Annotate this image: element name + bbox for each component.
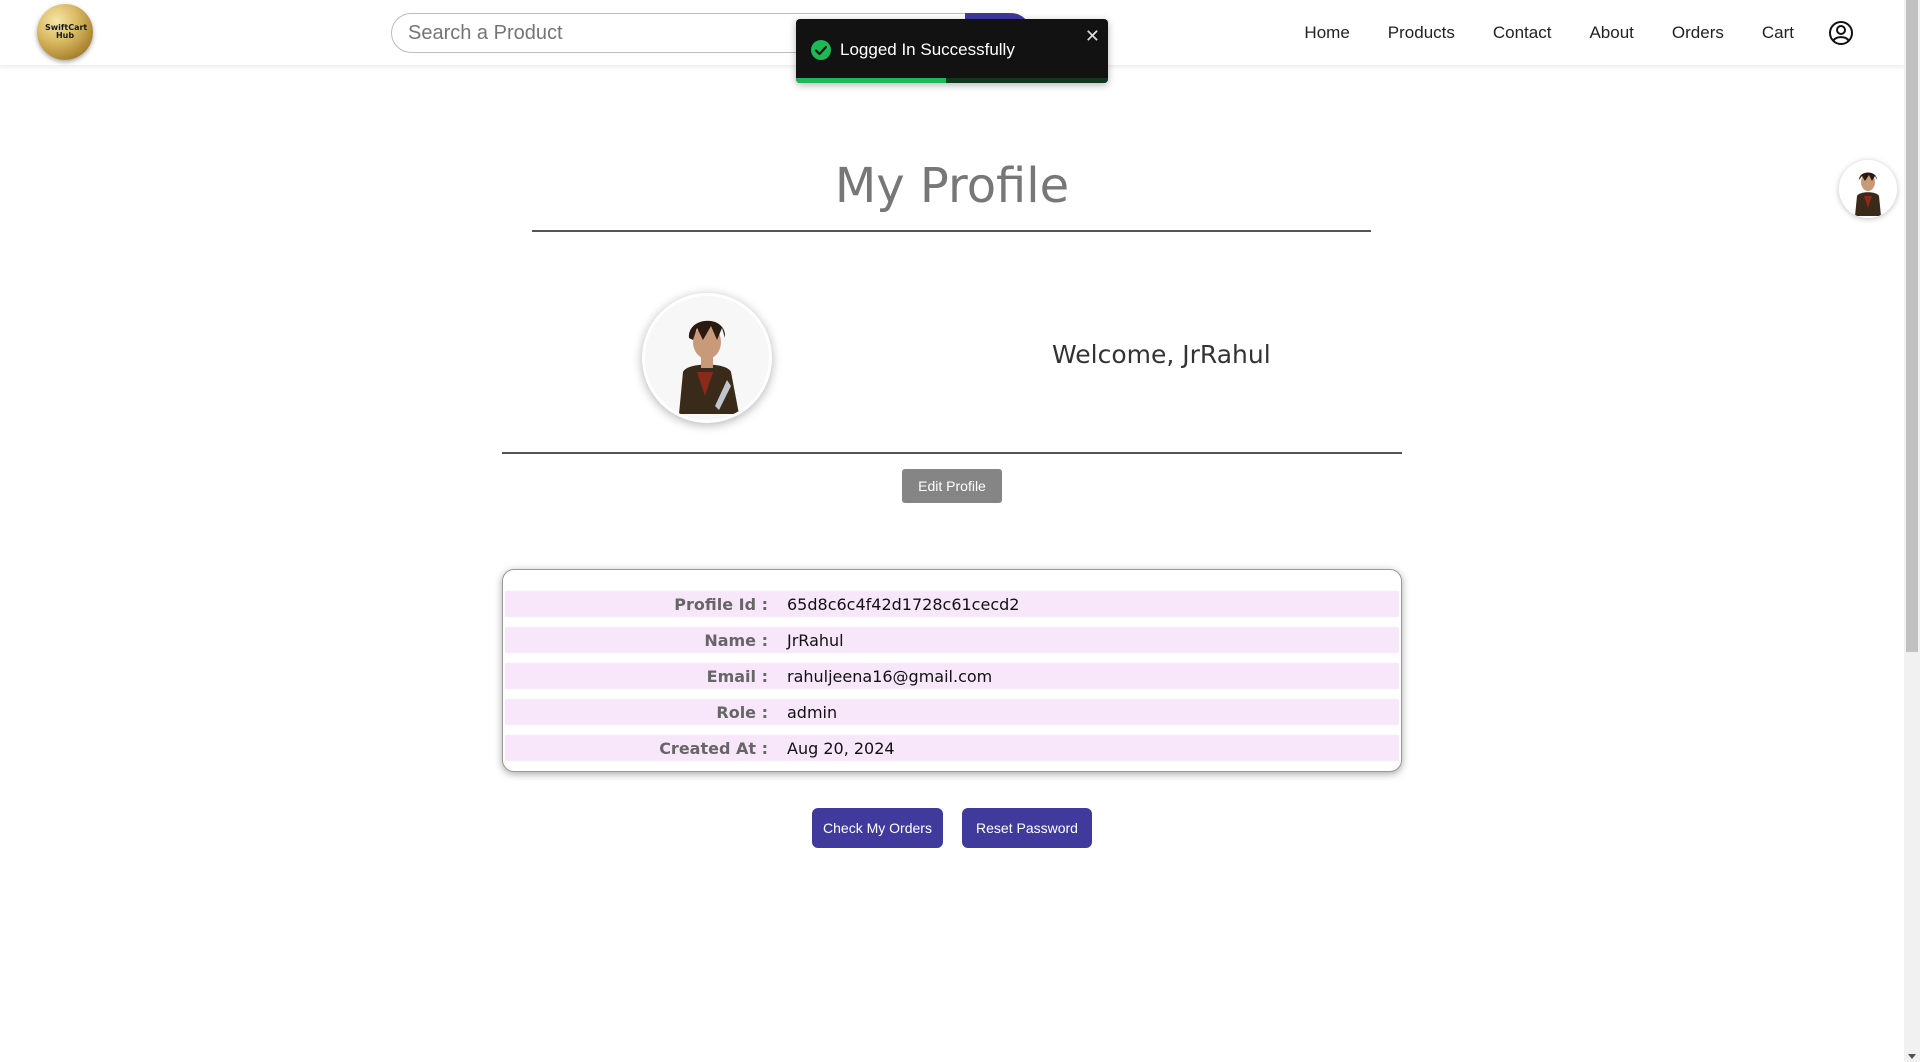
close-icon[interactable]: ✕ bbox=[1085, 27, 1100, 45]
toast-progress-bar bbox=[796, 78, 946, 83]
nav-contact[interactable]: Contact bbox=[1493, 23, 1552, 43]
detail-row-profile-id: Profile Id : 65d8c6c4f42d1728c61cecd2 bbox=[503, 586, 1401, 622]
detail-label: Name : bbox=[704, 630, 768, 650]
profile-avatar bbox=[642, 293, 772, 423]
check-orders-button[interactable]: Check My Orders bbox=[812, 808, 943, 848]
nav-home[interactable]: Home bbox=[1304, 23, 1349, 43]
detail-label: Created At : bbox=[659, 738, 768, 758]
detail-row-created-at: Created At : Aug 20, 2024 bbox=[503, 730, 1401, 766]
detail-label: Role : bbox=[716, 702, 768, 722]
section-divider bbox=[502, 452, 1402, 454]
logo-text: SwiftCart Hub bbox=[45, 23, 88, 40]
main-nav: Home Products Contact About Orders Cart bbox=[1266, 0, 1854, 65]
detail-value: admin bbox=[787, 702, 838, 722]
user-circle-icon[interactable] bbox=[1828, 20, 1854, 46]
detail-value: JrRahul bbox=[787, 630, 844, 650]
check-circle-icon bbox=[811, 40, 831, 60]
detail-row-email: Email : rahuljeena16@gmail.com bbox=[503, 658, 1401, 694]
brand-logo[interactable]: SwiftCart Hub bbox=[37, 4, 93, 60]
welcome-text: Welcome, JrRahul bbox=[1052, 340, 1271, 369]
nav-products[interactable]: Products bbox=[1388, 23, 1455, 43]
reset-password-button[interactable]: Reset Password bbox=[962, 808, 1092, 848]
detail-label: Email : bbox=[706, 666, 768, 686]
title-divider bbox=[532, 230, 1371, 232]
detail-label: Profile Id : bbox=[674, 594, 768, 614]
scrollbar-thumb[interactable] bbox=[1906, 0, 1918, 652]
success-toast: Logged In Successfully ✕ bbox=[796, 19, 1108, 83]
detail-row-name: Name : JrRahul bbox=[503, 622, 1401, 658]
detail-value: 65d8c6c4f42d1728c61cecd2 bbox=[787, 594, 1020, 614]
toast-progress-track bbox=[796, 78, 1108, 83]
toast-message: Logged In Successfully bbox=[840, 40, 1015, 59]
nav-cart[interactable]: Cart bbox=[1762, 23, 1794, 43]
detail-row-role: Role : admin bbox=[503, 694, 1401, 730]
detail-value: Aug 20, 2024 bbox=[787, 738, 895, 758]
page-title: My Profile bbox=[834, 158, 1070, 214]
avatar-illustration-icon bbox=[645, 296, 769, 420]
nav-about[interactable]: About bbox=[1589, 23, 1633, 43]
profile-actions: Check My Orders Reset Password bbox=[0, 808, 1904, 848]
detail-value: rahuljeena16@gmail.com bbox=[787, 666, 993, 686]
edit-profile-button[interactable]: Edit Profile bbox=[902, 469, 1002, 503]
page-scrollbar[interactable] bbox=[1904, 0, 1920, 1062]
nav-orders[interactable]: Orders bbox=[1672, 23, 1724, 43]
profile-details-card: Profile Id : 65d8c6c4f42d1728c61cecd2 Na… bbox=[502, 569, 1402, 772]
scroll-down-icon[interactable] bbox=[1908, 1054, 1916, 1059]
